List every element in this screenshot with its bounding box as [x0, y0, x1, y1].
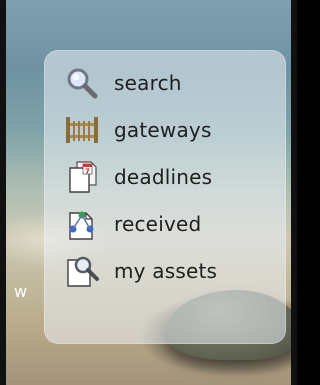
menu-item-label: search [114, 71, 182, 95]
menu-item-label: deadlines [114, 165, 213, 189]
search-icon [64, 66, 100, 100]
menu-item-search[interactable]: search [64, 66, 182, 100]
received-document-icon [64, 207, 100, 241]
menu-item-label: gateways [114, 118, 212, 142]
menu-item-gateways[interactable]: gateways [64, 113, 212, 147]
menu-item-deadlines[interactable]: 7 deadlines [64, 160, 212, 194]
menu-item-received[interactable]: received [64, 207, 201, 241]
calendar-documents-icon: 7 [64, 160, 100, 194]
background-side-text: w [14, 282, 28, 301]
menu-item-label: my assets [114, 259, 218, 283]
desktop-background: w search gateways 7 deadlines received m… [0, 0, 297, 385]
svg-text:7: 7 [85, 168, 90, 176]
assets-document-search-icon [64, 254, 100, 288]
menu-item-my-assets[interactable]: my assets [64, 254, 217, 288]
menu-item-label: received [114, 212, 202, 236]
gate-icon [64, 113, 100, 147]
